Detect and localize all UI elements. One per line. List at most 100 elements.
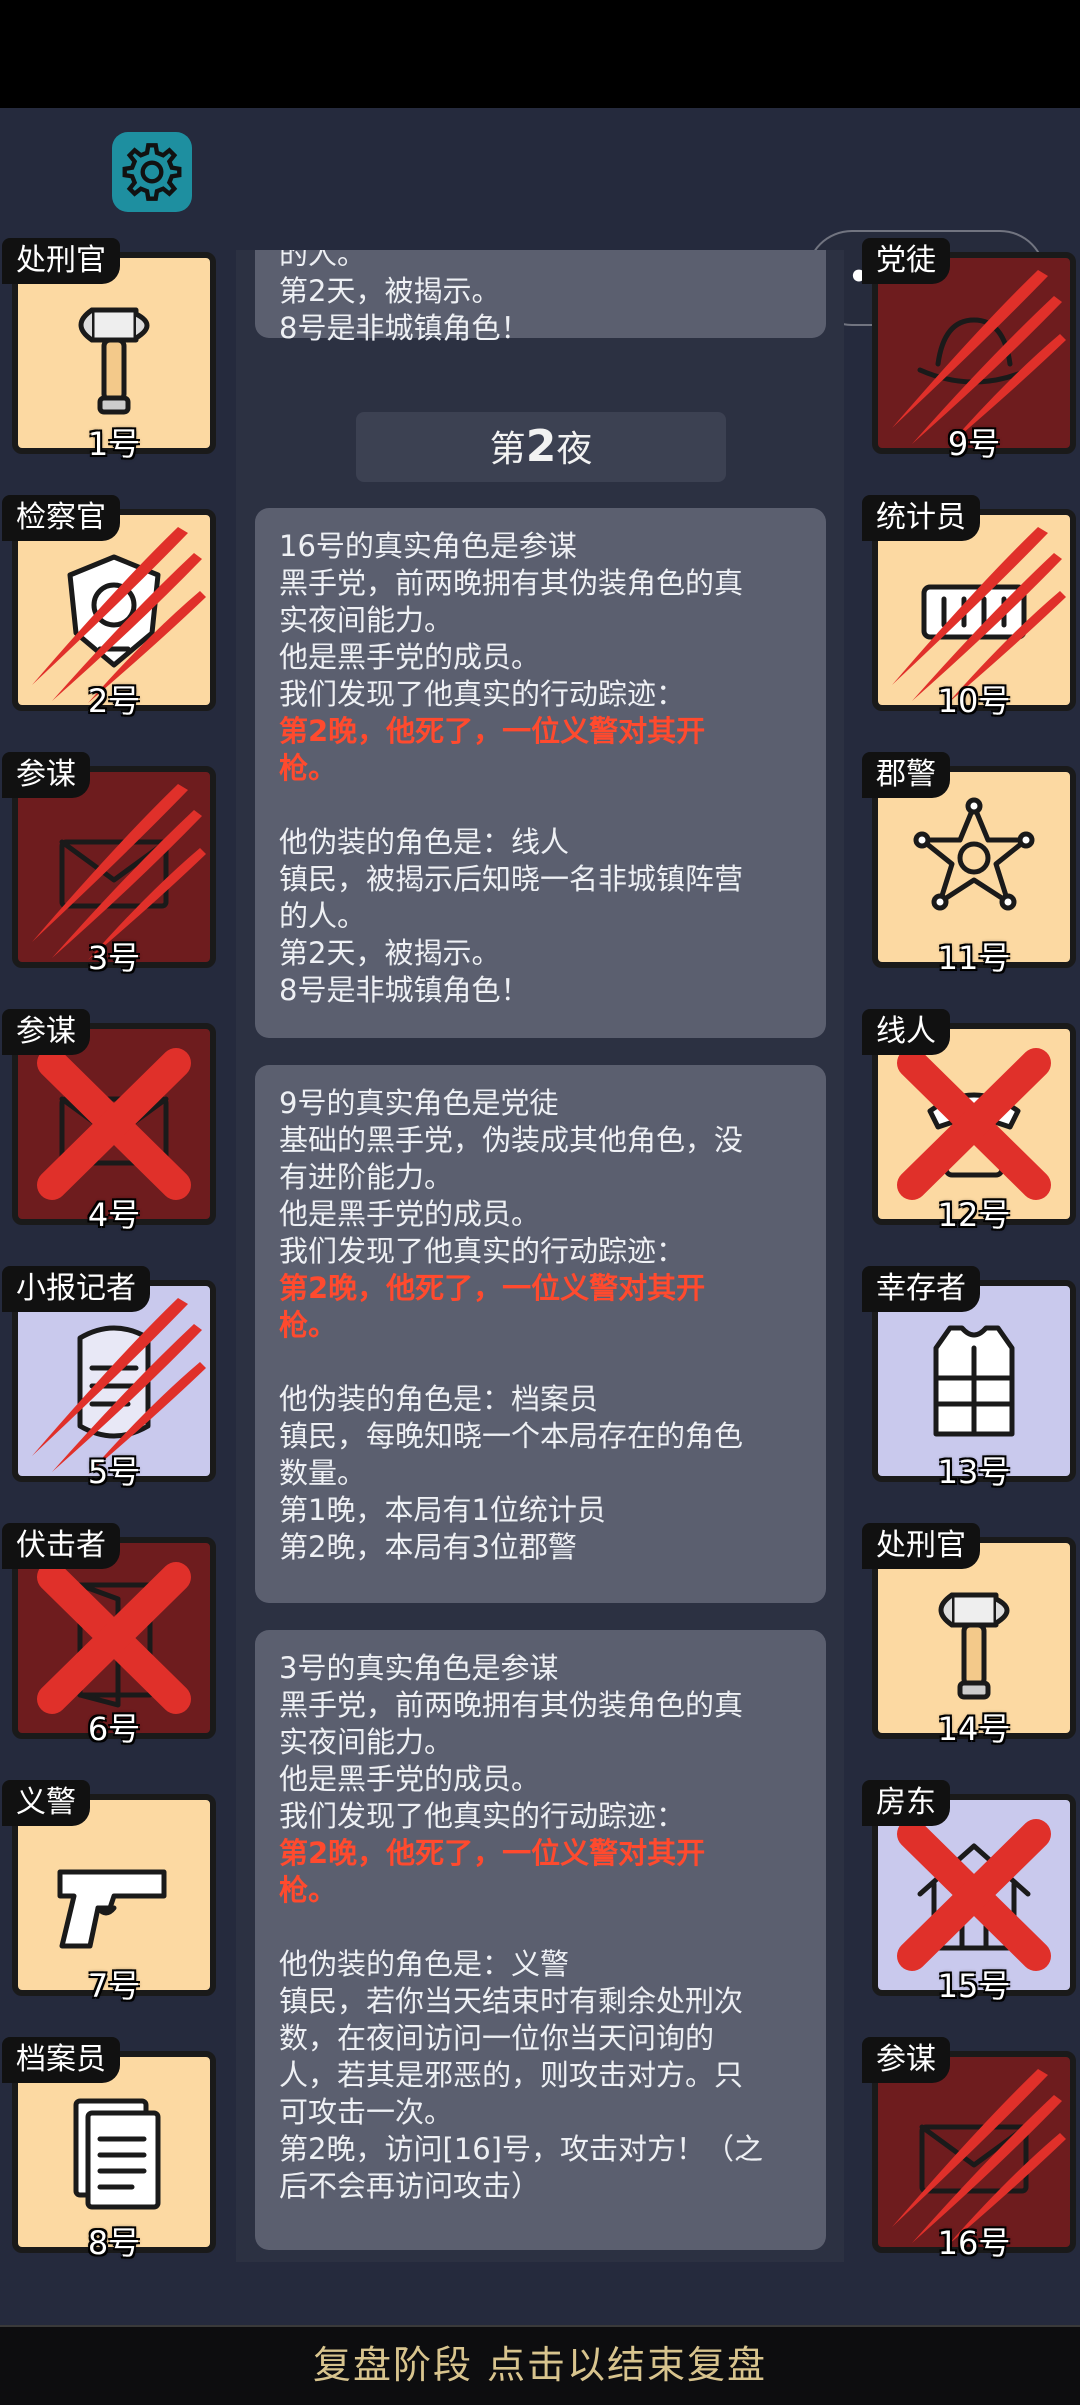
- player-number: 15号: [937, 1967, 1011, 2005]
- player-number: 2号: [87, 682, 141, 720]
- night-prefix: 第: [489, 429, 526, 470]
- night-number: 2: [525, 421, 557, 472]
- player-card[interactable]: 处刑官 14号: [860, 1523, 1080, 1777]
- player-card[interactable]: 检察官 2号: [0, 495, 220, 749]
- player-card[interactable]: 统计员 10号: [860, 495, 1080, 749]
- role-label: 档案员: [2, 2037, 120, 2083]
- card-text-line: 可攻击一次。: [279, 2095, 454, 2129]
- player-number: 7号: [87, 1967, 141, 2005]
- player-number: 13号: [937, 1453, 1011, 1491]
- card-text-line: 镇民，被揭示后知晓一名非城镇阵营: [279, 862, 744, 896]
- player-card[interactable]: 房东 15号: [860, 1780, 1080, 2034]
- player-card[interactable]: 义警 7号: [0, 1780, 220, 2034]
- settings-button[interactable]: [112, 132, 192, 212]
- player-card[interactable]: 参谋 4号: [0, 1009, 220, 1263]
- player-number: 6号: [87, 1710, 141, 1748]
- player-card[interactable]: 参谋 16号: [860, 2037, 1080, 2291]
- card-text-line: 的人。: [279, 899, 367, 933]
- player-number: 1号: [87, 425, 141, 463]
- player-card[interactable]: 伏击者 6号: [0, 1523, 220, 1777]
- card-text-line: 镇民，每晚知晓一个本局存在的角色: [279, 1419, 744, 1453]
- card-text-line: 我们发现了他真实的行动踪迹：: [279, 1799, 686, 1833]
- player-card[interactable]: 党徒 9号: [860, 238, 1080, 492]
- player-number: 4号: [87, 1196, 141, 1234]
- review-card: 16号的真实角色是参谋 黑手党，前两晚拥有其伪装角色的真 实夜间能力。 他是黑手党的成…: [255, 508, 826, 1038]
- review-card: 9号的真实角色是党徒 基础的黑手党，伪装成其他角色，没 有进阶能力。 他是黑手党的成员…: [255, 1065, 826, 1603]
- player-number: 3号: [87, 939, 141, 977]
- card-text-line: [279, 1909, 802, 1946]
- role-label: 统计员: [862, 495, 980, 541]
- card-text-line: 他伪装的角色是：档案员: [279, 1382, 599, 1416]
- gear-icon: [122, 143, 182, 201]
- card-text-line: 黑手党，前两晚拥有其伪装角色的真: [279, 1688, 744, 1722]
- end-review-button[interactable]: 复盘阶段 点击以结束复盘: [0, 2325, 1080, 2405]
- documents-icon: [73, 2098, 161, 2210]
- role-label: 参谋: [862, 2037, 950, 2083]
- player-number: 16号: [937, 2224, 1011, 2262]
- player-number: 11号: [937, 939, 1011, 977]
- role-label: 处刑官: [862, 1523, 980, 1569]
- night-header: 第2夜: [356, 412, 726, 482]
- card-text-line: 第2天，被揭示。: [279, 274, 501, 308]
- review-card: 的人。 第2天，被揭示。 8号是非城镇角色！: [255, 250, 826, 345]
- card-text-line: [279, 1344, 802, 1381]
- death-text: 枪。: [279, 751, 338, 785]
- card-text-line: 8号是非城镇角色！: [279, 973, 530, 1007]
- card-text-line: 3号的真实角色是参谋: [279, 1651, 559, 1685]
- card-text-line: 有进阶能力。: [279, 1160, 454, 1194]
- card-text-line: 8号是非城镇角色！: [279, 311, 530, 345]
- card-text-line: 第2晚，本局有3位郡警: [279, 1530, 577, 1564]
- role-label: 幸存者: [862, 1266, 980, 1312]
- night-suffix: 夜: [556, 429, 593, 470]
- player-number: 12号: [937, 1196, 1011, 1234]
- card-text-line: 我们发现了他真实的行动踪迹：: [279, 1234, 686, 1268]
- role-label: 党徒: [862, 238, 950, 284]
- role-label: 房东: [862, 1780, 950, 1826]
- player-card[interactable]: 线人 12号: [860, 1009, 1080, 1263]
- card-text-line: 我们发现了他真实的行动踪迹：: [279, 677, 686, 711]
- role-label: 伏击者: [2, 1523, 120, 1569]
- role-label: 义警: [2, 1780, 90, 1826]
- card-text-line: 实夜间能力。: [279, 1725, 454, 1759]
- card-text-line: 镇民，若你当天结束时有剩余处刑次: [279, 1984, 744, 2018]
- card-text-line: [279, 787, 802, 824]
- player-card[interactable]: 档案员 8号: [0, 2037, 220, 2291]
- card-text-line: 9号的真实角色是党徒: [279, 1086, 559, 1120]
- role-label: 参谋: [2, 752, 90, 798]
- player-number: 8号: [87, 2224, 141, 2262]
- player-number: 9号: [947, 425, 1001, 463]
- player-number: 5号: [87, 1453, 141, 1491]
- role-label: 小报记者: [2, 1266, 150, 1312]
- card-text-line: 第2天，被揭示。: [279, 936, 501, 970]
- card-text-line: 第1晚，本局有1位统计员: [279, 1493, 606, 1527]
- role-label: 线人: [862, 1009, 950, 1055]
- role-label: 参谋: [2, 1009, 90, 1055]
- card-text-line: 16号的真实角色是参谋: [279, 529, 577, 563]
- card-text-line: 他伪装的角色是：线人: [279, 825, 570, 859]
- death-text: 第2晚，他死了，一位义警对其开: [279, 714, 706, 748]
- player-card[interactable]: 幸存者 13号: [860, 1266, 1080, 1520]
- card-text-line: 数量。: [279, 1456, 367, 1490]
- card-text-line: 基础的黑手党，伪装成其他角色，没: [279, 1123, 744, 1157]
- card-text-line: 他是黑手党的成员。: [279, 640, 541, 674]
- role-label: 处刑官: [2, 238, 120, 284]
- player-card[interactable]: 处刑官 1号: [0, 238, 220, 492]
- player-card[interactable]: 参谋 3号: [0, 752, 220, 1006]
- status-bar: [0, 0, 1080, 108]
- card-text-line: 他是黑手党的成员。: [279, 1197, 541, 1231]
- card-text-line: 他是黑手党的成员。: [279, 1762, 541, 1796]
- card-text-line: 后不会再访问攻击）: [279, 2169, 541, 2203]
- player-card[interactable]: 郡警 11号: [860, 752, 1080, 1006]
- review-log[interactable]: 的人。 第2天，被揭示。 8号是非城镇角色！ 第2夜 16号的真实角色是参谋 黑手党，…: [236, 250, 844, 2262]
- card-text-line: 第2晚，访问[16]号，攻击对方！（之: [279, 2132, 763, 2166]
- card-text-line: 人，若其是邪恶的，则攻击对方。只: [279, 2058, 744, 2092]
- death-text: 第2晚，他死了，一位义警对其开: [279, 1836, 706, 1870]
- death-text: 第2晚，他死了，一位义警对其开: [279, 1271, 706, 1305]
- axe-icon: [938, 1592, 1010, 1700]
- role-label: 郡警: [862, 752, 950, 798]
- death-text: 枪。: [279, 1308, 338, 1342]
- player-card[interactable]: 小报记者 5号: [0, 1266, 220, 1520]
- pistol-icon: [57, 1869, 167, 1949]
- role-label: 检察官: [2, 495, 120, 541]
- vest-icon: [933, 1325, 1015, 1437]
